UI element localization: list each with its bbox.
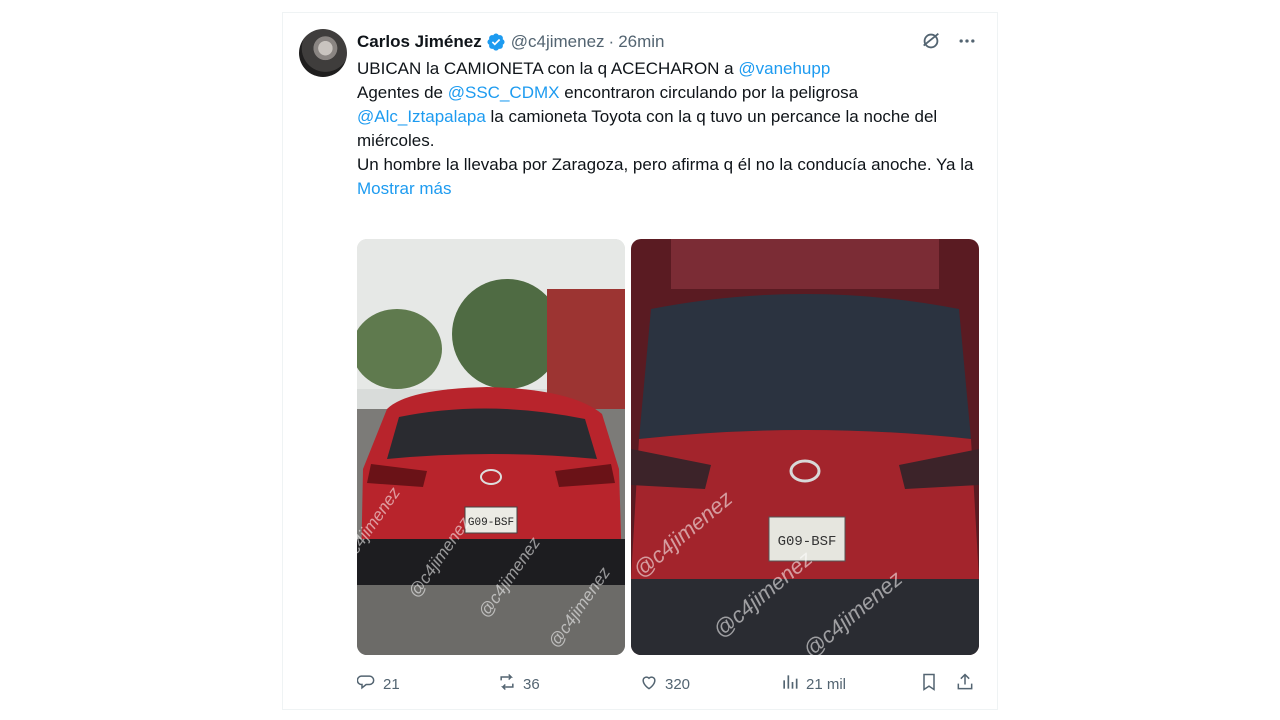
show-more-link[interactable]: Mostrar más bbox=[357, 177, 451, 201]
tweet-media: G09-BSF @c4jimenez @c4jimenez @c4jimenez… bbox=[357, 239, 979, 655]
reply-icon bbox=[356, 672, 377, 696]
separator-dot: · bbox=[608, 32, 615, 51]
tweet-card[interactable]: Carlos Jiménez @c4jimenez · 26min UBICAN… bbox=[282, 12, 998, 710]
text-line2: Agentes de bbox=[357, 83, 448, 102]
tweet-top-actions bbox=[919, 29, 979, 53]
bookmark-icon bbox=[919, 672, 939, 696]
repost-icon bbox=[497, 672, 517, 696]
reply-count: 21 bbox=[383, 675, 400, 693]
author-handle[interactable]: @c4jimenez bbox=[511, 32, 605, 52]
like-count: 320 bbox=[665, 675, 691, 693]
text-line1: UBICAN la CAMIONETA con la q ACECHARON a bbox=[357, 59, 739, 78]
car-photo-left[interactable]: G09-BSF @c4jimenez @c4jimenez @c4jimenez… bbox=[357, 239, 625, 655]
reply-button[interactable]: 21 bbox=[356, 672, 400, 696]
verified-badge-icon bbox=[486, 32, 506, 52]
repost-count: 36 bbox=[523, 675, 540, 693]
share-button[interactable] bbox=[955, 672, 975, 696]
car-photo-right[interactable]: G09-BSF @c4jimenez @c4jimenez @c4jimenez bbox=[631, 239, 979, 655]
avatar[interactable] bbox=[299, 29, 347, 77]
grok-icon[interactable] bbox=[919, 29, 943, 53]
tweet-text: UBICAN la CAMIONETA con la q ACECHARON a… bbox=[357, 57, 987, 201]
author-name[interactable]: Carlos Jiménez bbox=[357, 32, 482, 52]
tweet-actions: 21 36 320 21 mil bbox=[356, 672, 977, 696]
text-line2-suffix: encontraron circulando por la peligrosa bbox=[559, 83, 859, 102]
views-button[interactable]: 21 mil bbox=[780, 672, 846, 696]
bookmark-button[interactable] bbox=[919, 672, 939, 696]
more-icon[interactable] bbox=[955, 29, 979, 53]
views-icon bbox=[780, 672, 800, 696]
text-line4: Un hombre la llevaba por Zaragoza, pero … bbox=[357, 155, 974, 174]
mention-link[interactable]: @Alc_Iztapalapa bbox=[357, 107, 486, 126]
views-count: 21 mil bbox=[806, 675, 847, 693]
plate-text-right: G09-BSF bbox=[778, 534, 837, 550]
tweet-header: Carlos Jiménez @c4jimenez · 26min bbox=[357, 31, 665, 53]
mention-link[interactable]: @SSC_CDMX bbox=[448, 83, 560, 102]
share-icon bbox=[955, 672, 975, 696]
like-icon bbox=[639, 672, 659, 696]
timestamp[interactable]: 26min bbox=[618, 32, 664, 52]
plate-text-left: G09-BSF bbox=[468, 517, 514, 529]
like-button[interactable]: 320 bbox=[639, 672, 690, 696]
repost-button[interactable]: 36 bbox=[497, 672, 540, 696]
mention-link[interactable]: @vanehupp bbox=[738, 59, 830, 78]
